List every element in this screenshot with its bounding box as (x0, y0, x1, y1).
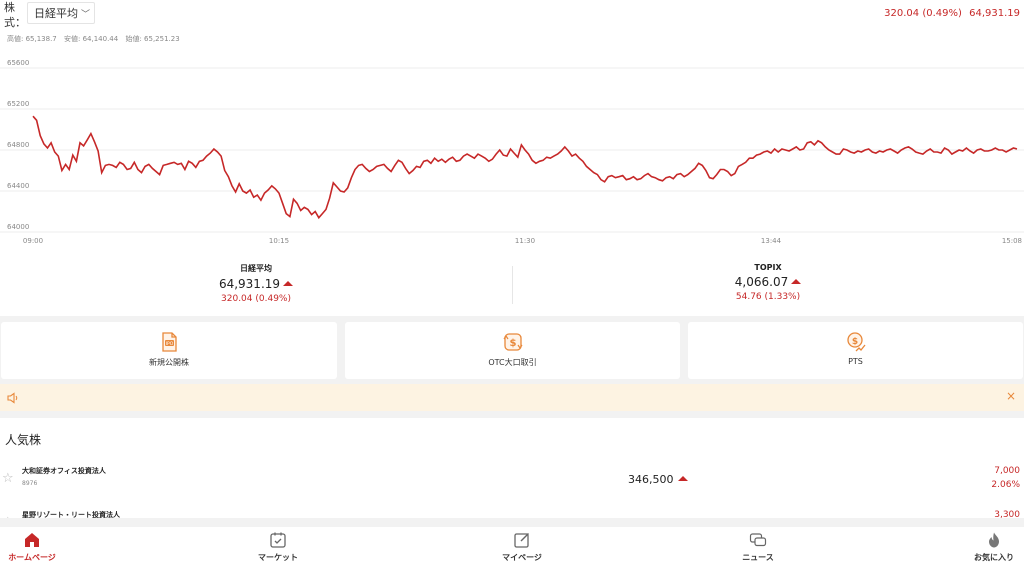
up-arrow-icon (791, 279, 802, 284)
nav-item-news[interactable]: ニュース (726, 527, 790, 565)
stock-price: 346,500 (628, 473, 688, 486)
list-item[interactable]: ☆ 星野リゾート・リート投資法人 3,300 (0, 508, 1024, 518)
bottom-nav: ホームページ マーケット マイページ ニュース お気に入り (0, 527, 1024, 565)
stock-name: 大和証券オフィス投資法人 (22, 467, 106, 475)
nav-label: マーケット (258, 553, 298, 562)
star-icon[interactable]: ☆ (2, 471, 14, 486)
home-icon (25, 533, 39, 547)
chevron-down-icon: ﹀ (81, 9, 91, 20)
nav-label: お気に入り (974, 553, 1014, 562)
day-stats: 高値: 65,138.7 安値: 64,140.44 始値: 65,251.23 (7, 34, 185, 44)
stat-open: 始値: 65,251.23 (125, 35, 180, 43)
notice-bar: × (0, 384, 1024, 411)
stat-high: 高値: 65,138.7 (7, 35, 57, 43)
market-calendar-icon (270, 532, 286, 548)
up-arrow-icon (283, 281, 294, 286)
ipo-icon: IPO (162, 332, 177, 352)
index-selector[interactable]: 日経平均 ﹀ (27, 2, 96, 24)
y-tick-label: 65200 (7, 100, 29, 108)
section-title: 人気株 (5, 433, 42, 447)
chart-x-ticks: 09:00 10:15 11:30 13:44 15:08 (23, 237, 1022, 245)
svg-text:$: $ (851, 337, 857, 347)
x-tick-label: 10:15 (269, 237, 289, 245)
service-card-pts[interactable]: $ PTS (688, 322, 1023, 379)
close-icon[interactable]: × (1006, 389, 1016, 403)
flame-icon (989, 532, 999, 548)
stock-change-pct: 2.06% (991, 480, 1020, 490)
index-selector-value: 日経平均 (34, 7, 78, 20)
nav-label: マイページ (502, 553, 542, 562)
edit-icon (514, 533, 529, 548)
nav-item-home[interactable]: ホームページ (0, 527, 64, 565)
chat-icon (749, 533, 767, 547)
speaker-icon (7, 392, 18, 404)
index-card-nikkei[interactable]: 日経平均 64,931.19 320.04 (0.49%) (0, 263, 512, 307)
nav-item-favorites[interactable]: お気に入り (964, 527, 1024, 565)
stock-label: 株式： (4, 1, 26, 29)
app-page: 株式： 日経平均 ﹀ 320.04 (0.49%) 64,931.19 高値: … (0, 0, 1024, 565)
x-tick-label: 15:08 (1002, 237, 1022, 245)
popular-stocks: 人気株 ☆ 大和証券オフィス投資法人 8976 346,500 7,000 2.… (0, 418, 1024, 518)
y-tick-label: 64800 (7, 141, 29, 149)
list-item[interactable]: ☆ 大和証券オフィス投資法人 8976 346,500 7,000 2.06% (0, 464, 1024, 508)
x-tick-label: 13:44 (761, 237, 782, 245)
market-panel: 株式： 日経平均 ﹀ 320.04 (0.49%) 64,931.19 高値: … (0, 0, 1024, 316)
chart-y-ticks: 65600 65200 64800 64400 64000 (7, 59, 29, 231)
index-card-topix[interactable]: TOPIX 4,066.07 54.76 (1.33%) (512, 263, 1024, 307)
index-change: 54.76 (1.33%) (735, 292, 801, 302)
stat-low: 安値: 64,140.44 (64, 35, 119, 43)
x-tick-label: 09:00 (23, 237, 43, 245)
y-tick-label: 64000 (7, 223, 29, 231)
index-name: 日経平均 (240, 264, 272, 273)
y-tick-label: 65600 (7, 59, 29, 67)
stock-code: 8976 (22, 480, 38, 487)
header-price: 320.04 (0.49%) 64,931.19 (884, 8, 1020, 19)
service-label: 新規公開株 (149, 358, 189, 367)
index-change: 320.04 (0.49%) (221, 294, 291, 304)
nav-label: ニュース (742, 553, 774, 562)
market-header: 株式： 日経平均 ﹀ 320.04 (0.49%) 64,931.19 (0, 0, 1024, 30)
nav-item-market[interactable]: マーケット (240, 527, 316, 565)
service-label: PTS (848, 357, 863, 366)
stock-change-value: 7,000 (994, 466, 1020, 476)
up-arrow-icon (677, 476, 688, 481)
service-label: OTC大口取引 (488, 358, 537, 367)
nav-label: ホームページ (8, 553, 56, 562)
y-tick-label: 64400 (7, 182, 29, 190)
pts-icon: $ (846, 332, 866, 352)
header-change: 320.04 (0.49%) (884, 8, 962, 19)
stock-name: 星野リゾート・リート投資法人 (22, 511, 120, 518)
service-card-otc[interactable]: $ OTC大口取引 (345, 322, 680, 379)
index-name: TOPIX (754, 263, 782, 272)
stock-change-value: 3,300 (994, 510, 1020, 518)
svg-text:$: $ (509, 338, 516, 349)
intraday-chart: 65600 65200 64800 64400 64000 09:00 10:15 11:3… (0, 59, 1024, 245)
x-tick-label: 11:30 (515, 237, 535, 245)
index-value: 4,066.07 (512, 275, 1024, 289)
stock-change: 3,300 (994, 508, 1020, 518)
nav-item-mypage[interactable]: マイページ (484, 527, 560, 565)
otc-exchange-icon: $ (503, 333, 522, 351)
service-card-ipo[interactable]: IPO 新規公開株 (1, 322, 337, 379)
star-icon[interactable]: ☆ (2, 515, 14, 518)
header-price-value: 64,931.19 (969, 8, 1020, 19)
chart-series-line (32, 115, 1018, 220)
index-value: 64,931.19 (0, 277, 512, 291)
stock-change: 7,000 2.06% (991, 464, 1020, 492)
svg-text:IPO: IPO (166, 341, 174, 347)
